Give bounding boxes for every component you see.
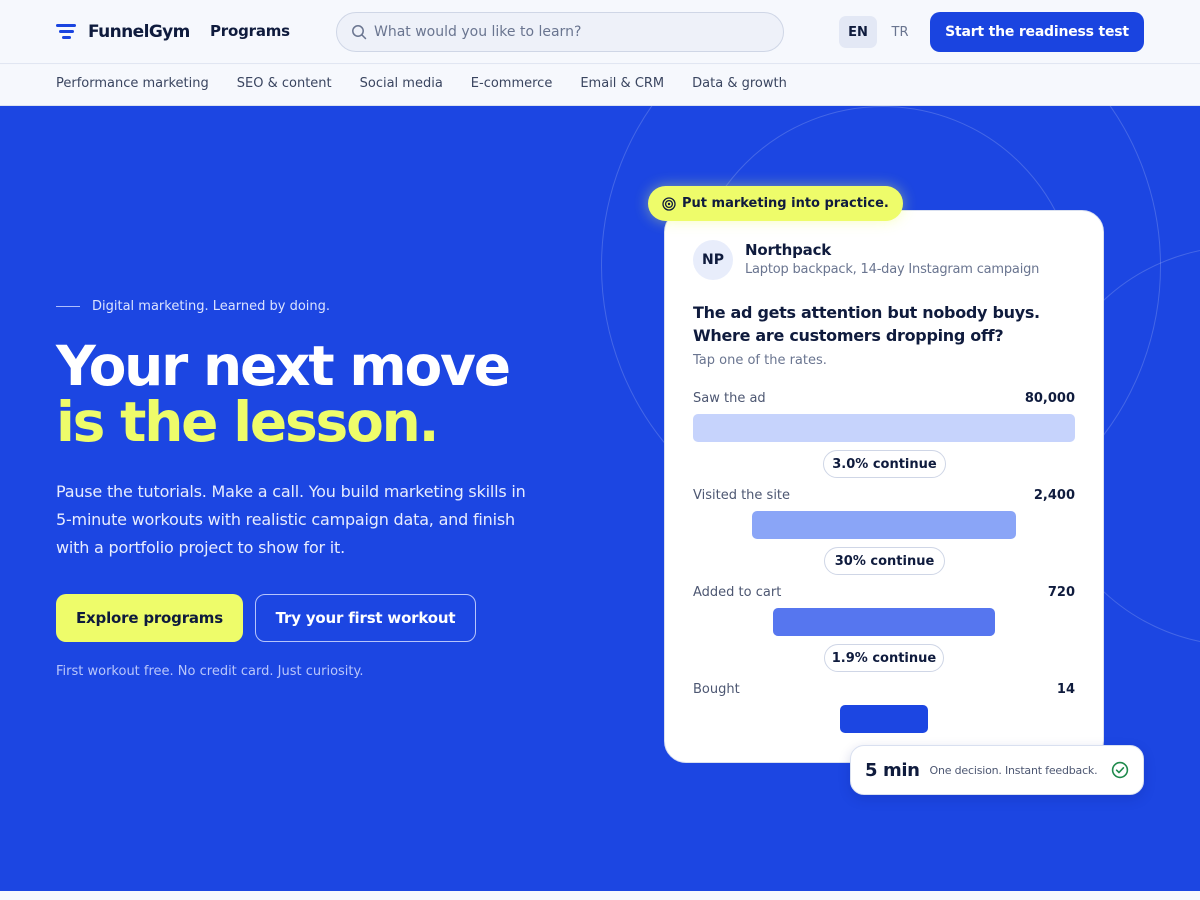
campaign-description: Laptop backpack, 14-day Instagram campai… (745, 262, 1040, 277)
workout-card: NP Northpack Laptop backpack, 14-day Ins… (664, 210, 1104, 763)
subnav-item-social-media[interactable]: Social media (360, 76, 443, 91)
hero-footnote: First workout free. No credit card. Just… (56, 664, 364, 679)
stage-value: 720 (1047, 585, 1075, 600)
stage-value: 2,400 (1033, 488, 1075, 503)
workout-question: The ad gets attention but nobody buys. W… (693, 303, 1040, 345)
funnel-bar-added-to-cart (773, 608, 995, 636)
readiness-test-button[interactable]: Start the readiness test (930, 12, 1144, 52)
hero-headline: Your next move is the lesson. (56, 338, 511, 454)
try-first-workout-button[interactable]: Try your first workout (255, 594, 476, 642)
brand-name: FunnelGym (88, 22, 190, 42)
stage-value: 14 (1056, 682, 1075, 697)
funnel-stage-row: Added to cart 720 (693, 585, 1075, 603)
nav-programs-link[interactable]: Programs (210, 22, 290, 40)
subnav-item-performance-marketing[interactable]: Performance marketing (56, 76, 209, 91)
hero-lede: Pause the tutorials. Make a call. You bu… (56, 482, 526, 557)
rate-pill-cart-to-purchase[interactable]: 1.9% continue (824, 644, 944, 672)
check-circle-icon (1111, 761, 1129, 779)
language-en-button[interactable]: EN (839, 16, 877, 48)
company-avatar: NP (693, 240, 733, 280)
practice-tag: Put marketing into practice. (648, 186, 903, 221)
funnel-bar-saw-ad (693, 414, 1075, 442)
stage-value: 80,000 (1024, 391, 1075, 406)
stage-label: Saw the ad (693, 391, 766, 406)
hero-eyebrow: Digital marketing. Learned by doing. (56, 299, 330, 314)
stage-label: Added to cart (693, 585, 782, 600)
rate-pill-visit-to-cart[interactable]: 30% continue (824, 547, 945, 575)
headline-line-2: is the lesson. (56, 390, 440, 454)
funnel-bar-bought (840, 705, 928, 733)
funnel-stage-row: Bought 14 (693, 682, 1075, 700)
subnav-item-e-commerce[interactable]: E-commerce (471, 76, 553, 91)
eyebrow-line (56, 306, 80, 307)
practice-tag-text: Put marketing into practice. (682, 196, 889, 211)
top-header: FunnelGym Programs EN TR Start the readi… (0, 0, 1200, 64)
workout-hint: Tap one of the rates. (693, 353, 827, 368)
workout-duration-chip: 5 min One decision. Instant feedback. (850, 745, 1144, 795)
search-input[interactable] (374, 24, 754, 40)
hero-section: Digital marketing. Learned by doing. You… (0, 106, 1200, 891)
funnel-logo-icon (56, 23, 76, 41)
funnel-stage-row: Visited the site 2,400 (693, 488, 1075, 506)
search-box[interactable] (336, 12, 784, 52)
target-icon (662, 196, 676, 211)
brand-logo[interactable]: FunnelGym (56, 19, 190, 45)
stage-label: Bought (693, 682, 740, 697)
rate-pill-ad-to-visit[interactable]: 3.0% continue (823, 450, 946, 478)
subnav-item-email-crm[interactable]: Email & CRM (580, 76, 664, 91)
funnel-stage-row: Saw the ad 80,000 (693, 391, 1075, 409)
category-subnav: Performance marketing SEO & content Soci… (0, 65, 1200, 106)
subnav-item-seo-content[interactable]: SEO & content (237, 76, 332, 91)
eyebrow-text: Digital marketing. Learned by doing. (92, 299, 331, 314)
stage-label: Visited the site (693, 488, 791, 503)
search-icon (352, 25, 367, 40)
company-name: Northpack (745, 241, 832, 259)
page-bottom-strip (0, 891, 1200, 900)
duration-caption: One decision. Instant feedback. (929, 763, 1098, 777)
duration-value: 5 min (865, 759, 920, 781)
explore-programs-button[interactable]: Explore programs (56, 594, 243, 642)
language-tr-button[interactable]: TR (881, 16, 919, 48)
funnel-bar-visited-site (752, 511, 1016, 539)
subnav-item-data-growth[interactable]: Data & growth (692, 76, 787, 91)
headline-line-1: Your next move (56, 334, 511, 398)
